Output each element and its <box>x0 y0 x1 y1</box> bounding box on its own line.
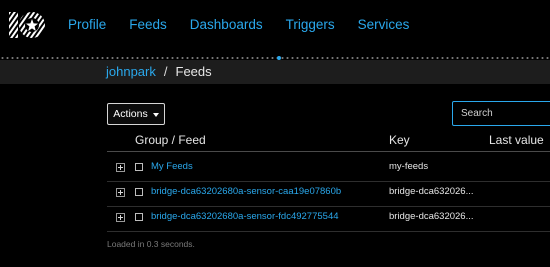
key-cell: bridge-dca632026... <box>389 186 474 197</box>
breadcrumb-bar: johnpark / Feeds <box>0 60 550 84</box>
main-nav: Profile Feeds Dashboards Triggers Servic… <box>68 17 432 32</box>
breadcrumb: johnpark / Feeds <box>106 64 212 79</box>
actions-label: Actions <box>113 108 148 120</box>
caret-down-icon <box>152 113 159 117</box>
key-cell: bridge-dca632026... <box>389 211 474 222</box>
nav-dashboards[interactable]: Dashboards <box>190 17 263 32</box>
search-input[interactable] <box>452 101 550 126</box>
breadcrumb-separator: / <box>163 64 168 79</box>
row-divider <box>107 231 550 232</box>
expand-plus-icon[interactable] <box>116 213 125 222</box>
row-checkbox[interactable] <box>135 213 143 221</box>
key-cell: my-feeds <box>389 161 429 172</box>
expand-plus-icon[interactable] <box>116 188 125 197</box>
actions-dropdown-button[interactable]: Actions <box>107 103 165 125</box>
nav-feeds[interactable]: Feeds <box>129 17 167 32</box>
nav-triggers[interactable]: Triggers <box>286 17 335 32</box>
column-header-key[interactable]: Key <box>389 133 410 147</box>
breadcrumb-user-link[interactable]: johnpark <box>106 64 156 79</box>
column-header-group-feed[interactable]: Group / Feed <box>135 133 206 147</box>
header-divider <box>107 151 550 152</box>
feed-link[interactable]: bridge-dca63202680a-sensor-caa19e07860b <box>151 186 341 197</box>
column-header-last-value[interactable]: Last value <box>489 133 544 147</box>
nav-services[interactable]: Services <box>358 17 410 32</box>
group-link[interactable]: My Feeds <box>151 161 193 172</box>
table-row: bridge-dca63202680a-sensor-caa19e07860b … <box>107 182 550 207</box>
row-checkbox[interactable] <box>135 188 143 196</box>
feed-link[interactable]: bridge-dca63202680a-sensor-fdc492775544 <box>151 211 339 222</box>
top-navigation: Profile Feeds Dashboards Triggers Servic… <box>0 0 550 53</box>
adafruit-io-logo-icon[interactable] <box>8 6 46 44</box>
table-row: bridge-dca63202680a-sensor-fdc492775544 … <box>107 207 550 232</box>
load-time-status: Loaded in 0.3 seconds. <box>107 239 195 249</box>
expand-plus-icon[interactable] <box>116 163 125 172</box>
table-row: My Feeds my-feeds <box>107 157 550 182</box>
breadcrumb-current: Feeds <box>175 64 212 79</box>
nav-profile[interactable]: Profile <box>68 17 106 32</box>
row-checkbox[interactable] <box>135 163 143 171</box>
